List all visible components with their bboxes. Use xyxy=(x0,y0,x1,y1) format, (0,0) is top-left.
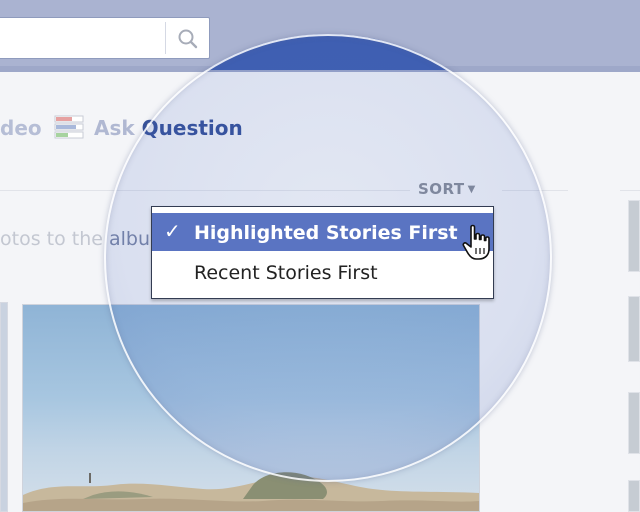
album-prompt-faded: otos to the xyxy=(0,228,109,250)
sort-option-label: Highlighted Stories First xyxy=(194,222,458,244)
search-icon xyxy=(178,29,198,49)
photo-preview[interactable] xyxy=(22,304,480,512)
photo-thumbnail-right[interactable] xyxy=(628,480,640,512)
photo-thumbnail-right[interactable] xyxy=(628,392,640,454)
sort-button[interactable]: SORT ▼ xyxy=(418,180,498,202)
composer-row: deo Ask Question xyxy=(0,106,640,146)
checkmark-icon: ✓ xyxy=(164,219,181,243)
hand-pointer-icon xyxy=(462,224,490,260)
sort-option-highlighted[interactable]: ✓ Highlighted Stories First xyxy=(152,213,493,251)
ask-question-prefix: Ask xyxy=(94,116,142,140)
photo-thumbnail-left[interactable] xyxy=(0,302,8,512)
album-prompt-lens: albu xyxy=(108,228,151,250)
top-bar-band xyxy=(0,66,640,72)
caret-down-icon: ▼ xyxy=(467,184,476,195)
sort-divider-far xyxy=(620,190,640,191)
question-list-icon xyxy=(54,115,84,139)
search-box[interactable] xyxy=(0,17,210,59)
album-prompt-text: otos to the albu xyxy=(0,228,150,250)
sort-label: SORT xyxy=(418,180,465,198)
sort-divider-right xyxy=(502,190,568,191)
sort-option-recent[interactable]: Recent Stories First xyxy=(152,253,493,291)
sort-divider-left xyxy=(0,190,410,191)
top-bar xyxy=(0,0,640,72)
photo-thumbnail-right[interactable] xyxy=(628,296,640,362)
sort-dropdown-menu: ✓ Highlighted Stories First Recent Stori… xyxy=(151,206,494,299)
video-tab-label[interactable]: deo xyxy=(0,116,42,140)
photo-thumbnail-right[interactable] xyxy=(628,200,640,272)
ask-question-lens-text: Question xyxy=(141,116,243,140)
ask-question-link[interactable]: Ask Question xyxy=(94,116,243,140)
sort-option-label: Recent Stories First xyxy=(194,262,378,284)
dune-landscape-graphic xyxy=(23,472,479,511)
search-button[interactable] xyxy=(166,18,210,58)
